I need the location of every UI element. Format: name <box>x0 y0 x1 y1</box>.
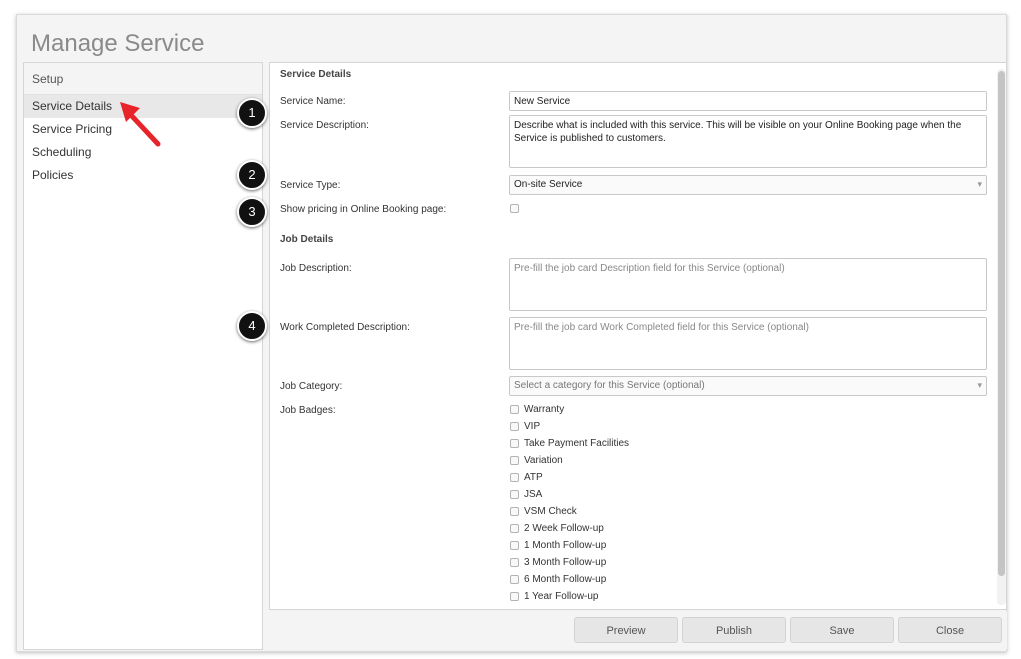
badge-label: Warranty <box>524 403 565 415</box>
badge-option[interactable]: Take Payment Facilities <box>510 436 629 450</box>
publish-button[interactable]: Publish <box>682 617 786 643</box>
job-description-textarea[interactable] <box>509 258 987 311</box>
badge-option[interactable]: VIP <box>510 419 540 433</box>
badge-option[interactable]: 6 Month Follow-up <box>510 572 606 586</box>
show-pricing-label: Show pricing in Online Booking page: <box>280 204 447 215</box>
service-type-select[interactable]: On-site Service ▾ <box>509 175 987 195</box>
callout-2: 2 <box>237 160 267 190</box>
badge-option[interactable]: 3 Month Follow-up <box>510 555 606 569</box>
badge-label: VIP <box>524 420 541 432</box>
service-description-label: Service Description: <box>280 120 369 131</box>
badge-label: Variation <box>524 454 563 466</box>
badge-checkbox[interactable] <box>510 489 519 499</box>
badge-option[interactable]: Variation <box>510 453 563 467</box>
section-title-job-details: Job Details <box>280 234 334 245</box>
service-name-label: Service Name: <box>280 96 346 107</box>
badge-label: VSM Check <box>524 505 577 517</box>
work-completed-label: Work Completed Description: <box>280 322 410 333</box>
service-name-input[interactable] <box>509 91 987 111</box>
job-category-select[interactable]: Select a category for this Service (opti… <box>509 376 987 396</box>
service-details-panel: Service Details Service Name: Service De… <box>269 62 1007 610</box>
callout-3: 3 <box>237 197 267 227</box>
work-completed-textarea[interactable] <box>509 317 987 370</box>
chevron-down-icon: ▾ <box>977 179 982 189</box>
badge-checkbox[interactable] <box>510 574 519 584</box>
callout-1: 1 <box>237 98 267 128</box>
section-title-service-details: Service Details <box>280 69 352 80</box>
badge-label: ATP <box>524 471 543 483</box>
preview-button[interactable]: Preview <box>574 617 678 643</box>
badge-checkbox[interactable] <box>510 455 519 465</box>
footer-toolbar: Preview Publish Save Close <box>269 611 1007 649</box>
badge-checkbox[interactable] <box>510 591 519 601</box>
badge-checkbox[interactable] <box>510 404 519 414</box>
badge-label: 6 Month Follow-up <box>524 573 607 585</box>
badge-checkbox[interactable] <box>510 438 519 448</box>
badge-label: JSA <box>524 488 543 500</box>
badge-checkbox[interactable] <box>510 523 519 533</box>
badge-checkbox[interactable] <box>510 472 519 482</box>
show-pricing-checkbox[interactable] <box>510 204 519 213</box>
badge-checkbox[interactable] <box>510 421 519 431</box>
job-description-label: Job Description: <box>280 263 352 274</box>
scrollbar-thumb[interactable] <box>998 71 1005 576</box>
badge-option[interactable]: Warranty <box>510 402 564 416</box>
sidebar-item-policies[interactable]: Policies <box>24 164 262 187</box>
page-title: Manage Service <box>31 30 205 57</box>
badge-checkbox[interactable] <box>510 540 519 550</box>
sidebar-header: Setup <box>24 63 262 95</box>
badge-label: Take Payment Facilities <box>524 437 630 449</box>
job-category-placeholder: Select a category for this Service (opti… <box>514 380 705 391</box>
badge-checkbox[interactable] <box>510 506 519 516</box>
badge-option[interactable]: VSM Check <box>510 504 577 518</box>
red-arrow-icon <box>120 102 161 147</box>
sidebar: Setup Service Details Service Pricing Sc… <box>23 62 263 650</box>
chevron-down-icon: ▾ <box>977 380 982 390</box>
service-type-value: On-site Service <box>514 179 583 190</box>
job-category-label: Job Category: <box>280 381 343 392</box>
save-button[interactable]: Save <box>790 617 894 643</box>
badge-label: 1 Year Follow-up <box>524 590 599 602</box>
badge-label: 2 Week Follow-up <box>524 522 604 534</box>
badge-option[interactable]: JSA <box>510 487 542 501</box>
badge-option[interactable]: ATP <box>510 470 543 484</box>
close-button[interactable]: Close <box>898 617 1002 643</box>
badge-label: 1 Month Follow-up <box>524 539 607 551</box>
badge-option[interactable]: 2 Week Follow-up <box>510 521 604 535</box>
badge-option[interactable]: 1 Month Follow-up <box>510 538 606 552</box>
badge-option[interactable]: 1 Year Follow-up <box>510 589 599 603</box>
badge-label: 3 Month Follow-up <box>524 556 607 568</box>
badge-checkbox[interactable] <box>510 557 519 567</box>
service-description-textarea[interactable]: Describe what is included with this serv… <box>509 115 987 168</box>
callout-4: 4 <box>237 311 267 341</box>
job-badges-label: Job Badges: <box>280 405 336 416</box>
service-type-label: Service Type: <box>280 180 341 191</box>
